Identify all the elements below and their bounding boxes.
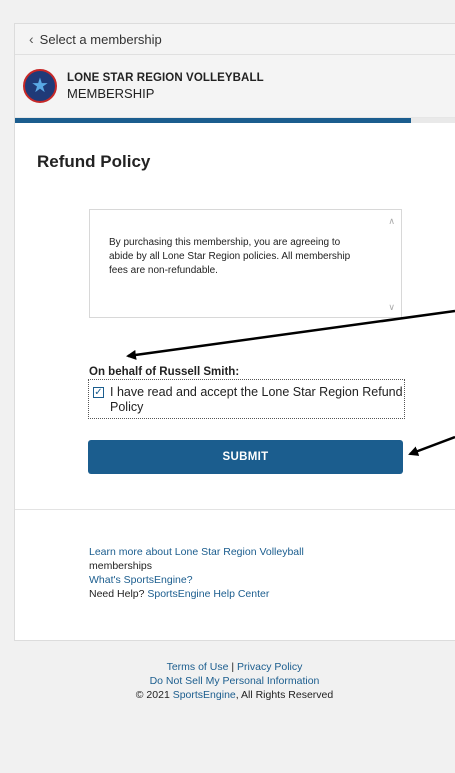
privacy-link[interactable]: Privacy Policy bbox=[237, 661, 302, 673]
policy-text: By purchasing this membership, you are a… bbox=[109, 237, 351, 276]
copyright-prefix: © 2021 bbox=[135, 689, 170, 701]
accept-checkbox-row[interactable]: ✓ I have read and accept the Lone Star R… bbox=[88, 379, 405, 419]
terms-link[interactable]: Terms of Use bbox=[167, 661, 229, 673]
help-center-link[interactable]: SportsEngine Help Center bbox=[147, 588, 269, 600]
page-footer: Terms of Use | Privacy Policy Do Not Sel… bbox=[14, 660, 455, 702]
learn-more-tail: memberships bbox=[89, 560, 153, 572]
back-link[interactable]: ‹ Select a membership bbox=[15, 24, 455, 55]
divider bbox=[15, 509, 455, 510]
submit-button[interactable]: SUBMIT bbox=[88, 440, 403, 474]
back-link-label: Select a membership bbox=[39, 31, 162, 47]
copyright-suffix: , All Rights Reserved bbox=[235, 689, 334, 701]
checkmark-icon[interactable]: ✓ bbox=[93, 387, 104, 398]
progress-fill bbox=[15, 118, 411, 123]
footer-separator: | bbox=[231, 661, 235, 673]
page-title: Refund Policy bbox=[37, 152, 151, 171]
learn-more-link[interactable]: Learn more about Lone Star Region Volley… bbox=[89, 546, 304, 558]
chevron-left-icon: ‹ bbox=[29, 31, 34, 47]
behalf-label: On behalf of Russell Smith: bbox=[89, 366, 240, 378]
whats-sportsengine-link[interactable]: What's SportsEngine? bbox=[89, 574, 193, 586]
sportsengine-link[interactable]: SportsEngine bbox=[173, 689, 236, 701]
help-links: Learn more about Lone Star Region Volley… bbox=[89, 545, 304, 601]
org-name: LONE STAR REGION VOLLEYBALL bbox=[67, 71, 264, 84]
star-logo-icon bbox=[23, 69, 57, 103]
accept-checkbox-label[interactable]: I have read and accept the Lone Star Reg… bbox=[110, 385, 404, 415]
org-subtitle: MEMBERSHIP bbox=[67, 85, 155, 101]
scroll-down-icon[interactable]: ∨ bbox=[388, 302, 395, 313]
membership-card: ‹ Select a membership LONE STAR REGION V… bbox=[14, 23, 455, 641]
progress-bar bbox=[15, 118, 455, 123]
policy-scrollbox[interactable]: By purchasing this membership, you are a… bbox=[89, 209, 402, 318]
org-header: LONE STAR REGION VOLLEYBALL MEMBERSHIP bbox=[15, 55, 455, 118]
scroll-up-icon[interactable]: ∧ bbox=[388, 216, 395, 227]
need-help-label: Need Help? bbox=[89, 588, 145, 600]
do-not-sell-link[interactable]: Do Not Sell My Personal Information bbox=[150, 675, 320, 687]
